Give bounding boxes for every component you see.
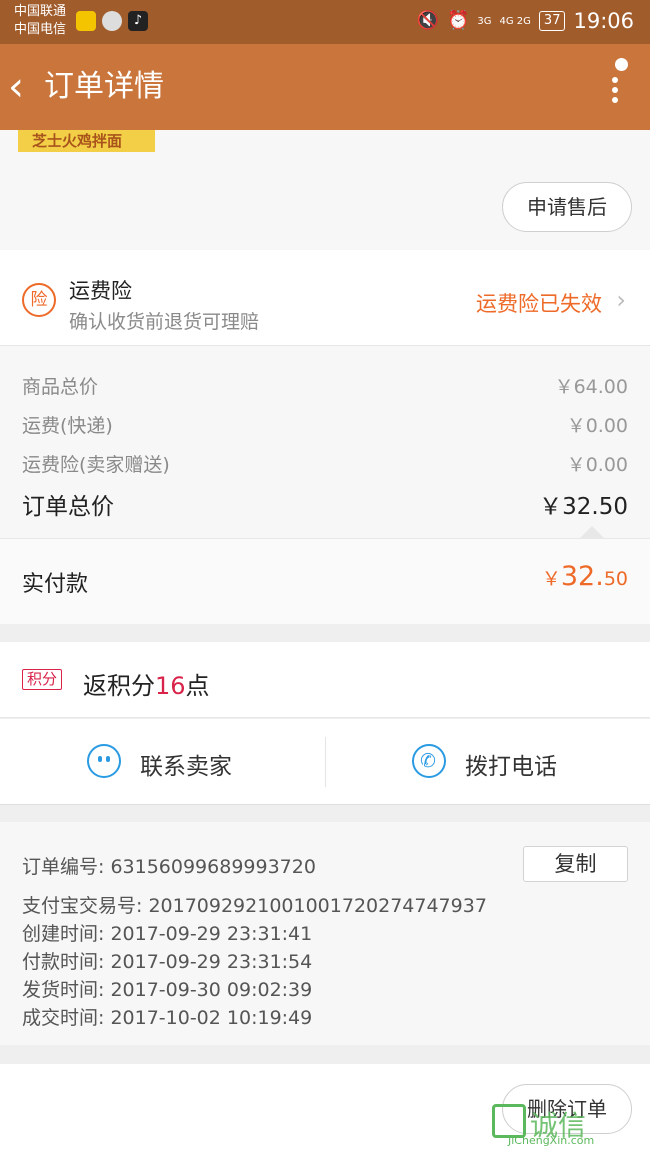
call-phone-button[interactable]: ✆ 拨打电话 (325, 719, 650, 805)
product-section: 芝士火鸡拌面 申请售后 (0, 130, 650, 250)
watermark-url: JiChengXin.com (508, 1134, 595, 1147)
alipay-trade-number-row: 支付宝交易号: 2017092921001001720274747937 (22, 895, 487, 917)
price-value: ￥64.00 (554, 376, 628, 398)
back-chevron-icon: ‹ (8, 64, 24, 110)
nav-bar: ‹ 订单详情 (0, 44, 650, 130)
more-dot-icon (612, 77, 618, 83)
chat-bubble-icon (102, 11, 122, 31)
more-dot-icon (612, 87, 618, 93)
chat-face-icon (87, 744, 121, 778)
order-total-row: 订单总价 ￥32.50 (22, 487, 628, 521)
more-dot-icon (612, 97, 618, 103)
mute-icon: 🔇 (416, 10, 439, 31)
clock: 19:06 (573, 9, 634, 33)
insurance-subtitle: 确认收货前退货可理赔 (69, 311, 260, 333)
points-prefix: 返积分 (83, 672, 155, 700)
paid-label: 实付款 (22, 572, 89, 597)
price-row-insurance: 运费险(卖家赠送) ￥0.00 (22, 450, 628, 477)
price-value: ￥0.00 (566, 454, 628, 476)
freight-insurance-row[interactable]: 险 运费险 确认收货前退货可理赔 运费险已失效 › (0, 250, 650, 346)
more-menu-button[interactable] (600, 58, 630, 112)
watermark-mark-icon (492, 1104, 526, 1138)
caret-up-icon (580, 526, 604, 538)
contact-seller-label: 联系卖家 (140, 754, 232, 780)
paid-currency: ￥ (541, 568, 561, 590)
carrier-1: 中国联通 (14, 4, 67, 19)
notification-dot-icon (615, 58, 628, 71)
back-button[interactable]: ‹ (8, 64, 44, 110)
paid-decimal: 50 (603, 568, 628, 590)
points-row: 积分 返积分16点 (0, 642, 650, 718)
price-row-shipping: 运费(快递) ￥0.00 (22, 411, 628, 438)
shipped-time-row: 发货时间: 2017-09-30 09:02:39 (22, 979, 313, 1001)
status-right: 🔇 ⏰ 3G 4G 2G 37 19:06 (417, 8, 634, 34)
paid-integer: 32. (560, 561, 604, 592)
insurance-status: 运费险已失效 (476, 292, 602, 316)
carrier-2: 中国电信 (14, 22, 67, 37)
points-suffix: 点 (185, 672, 210, 700)
phone-icon: ✆ (412, 744, 446, 778)
tiktok-icon: ♪ (128, 11, 148, 31)
paid-amount: ￥32.50 (542, 561, 628, 592)
apply-after-sale-button[interactable]: 申请售后 (502, 182, 632, 232)
product-thumbnail[interactable]: 芝士火鸡拌面 (18, 130, 155, 152)
price-row-goods: 商品总价 ￥64.00 (22, 372, 628, 399)
created-time-row: 创建时间: 2017-09-29 23:31:41 (22, 923, 313, 945)
chevron-right-icon: › (616, 286, 626, 314)
completed-time-row: 成交时间: 2017-10-02 10:19:49 (22, 1007, 313, 1029)
insurance-icon: 险 (22, 283, 56, 317)
network-1: 3G (477, 15, 492, 27)
eye-icon (98, 756, 102, 762)
insurance-title: 运费险 (69, 279, 132, 303)
price-label: 运费险(卖家赠送) (22, 454, 170, 476)
points-count: 16 (155, 672, 186, 700)
order-info-section: 订单编号: 63156099689993720 复制 支付宝交易号: 20170… (0, 822, 650, 1045)
total-label: 订单总价 (22, 494, 114, 520)
status-bar: 中国联通 中国电信 ♪ 🔇 ⏰ 3G 4G 2G 37 19:06 (0, 0, 650, 44)
actual-payment-row: 实付款 ￥32.50 (0, 538, 650, 624)
price-label: 商品总价 (22, 376, 99, 398)
app-notification-icon (76, 11, 96, 31)
handset-icon: ✆ (420, 750, 436, 772)
network-2: 4G 2G (499, 15, 531, 27)
points-text: 返积分16点 (83, 666, 210, 701)
alarm-icon: ⏰ (446, 10, 470, 31)
notification-icons: ♪ (76, 11, 148, 31)
page-title: 订单详情 (44, 69, 164, 104)
price-label: 运费(快递) (22, 415, 113, 437)
order-number-row: 订单编号: 63156099689993720 (22, 856, 316, 878)
battery-icon: 37 (538, 11, 566, 31)
call-phone-label: 拨打电话 (465, 754, 557, 780)
price-value: ￥0.00 (566, 415, 628, 437)
eye-icon (106, 756, 110, 762)
contact-bar: 联系卖家 ✆ 拨打电话 (0, 719, 650, 805)
price-summary: 商品总价 ￥64.00 运费(快递) ￥0.00 运费险(卖家赠送) ￥0.00… (0, 346, 650, 538)
points-tag: 积分 (22, 669, 63, 690)
carrier-names: 中国联通 中国电信 (14, 3, 66, 39)
watermark-logo: 诚信 JiChengXin.com (492, 1104, 642, 1150)
contact-seller-button[interactable]: 联系卖家 (0, 719, 325, 805)
paid-time-row: 付款时间: 2017-09-29 23:31:54 (22, 951, 313, 973)
copy-button[interactable]: 复制 (523, 846, 628, 882)
total-value: ￥32.50 (539, 494, 628, 520)
